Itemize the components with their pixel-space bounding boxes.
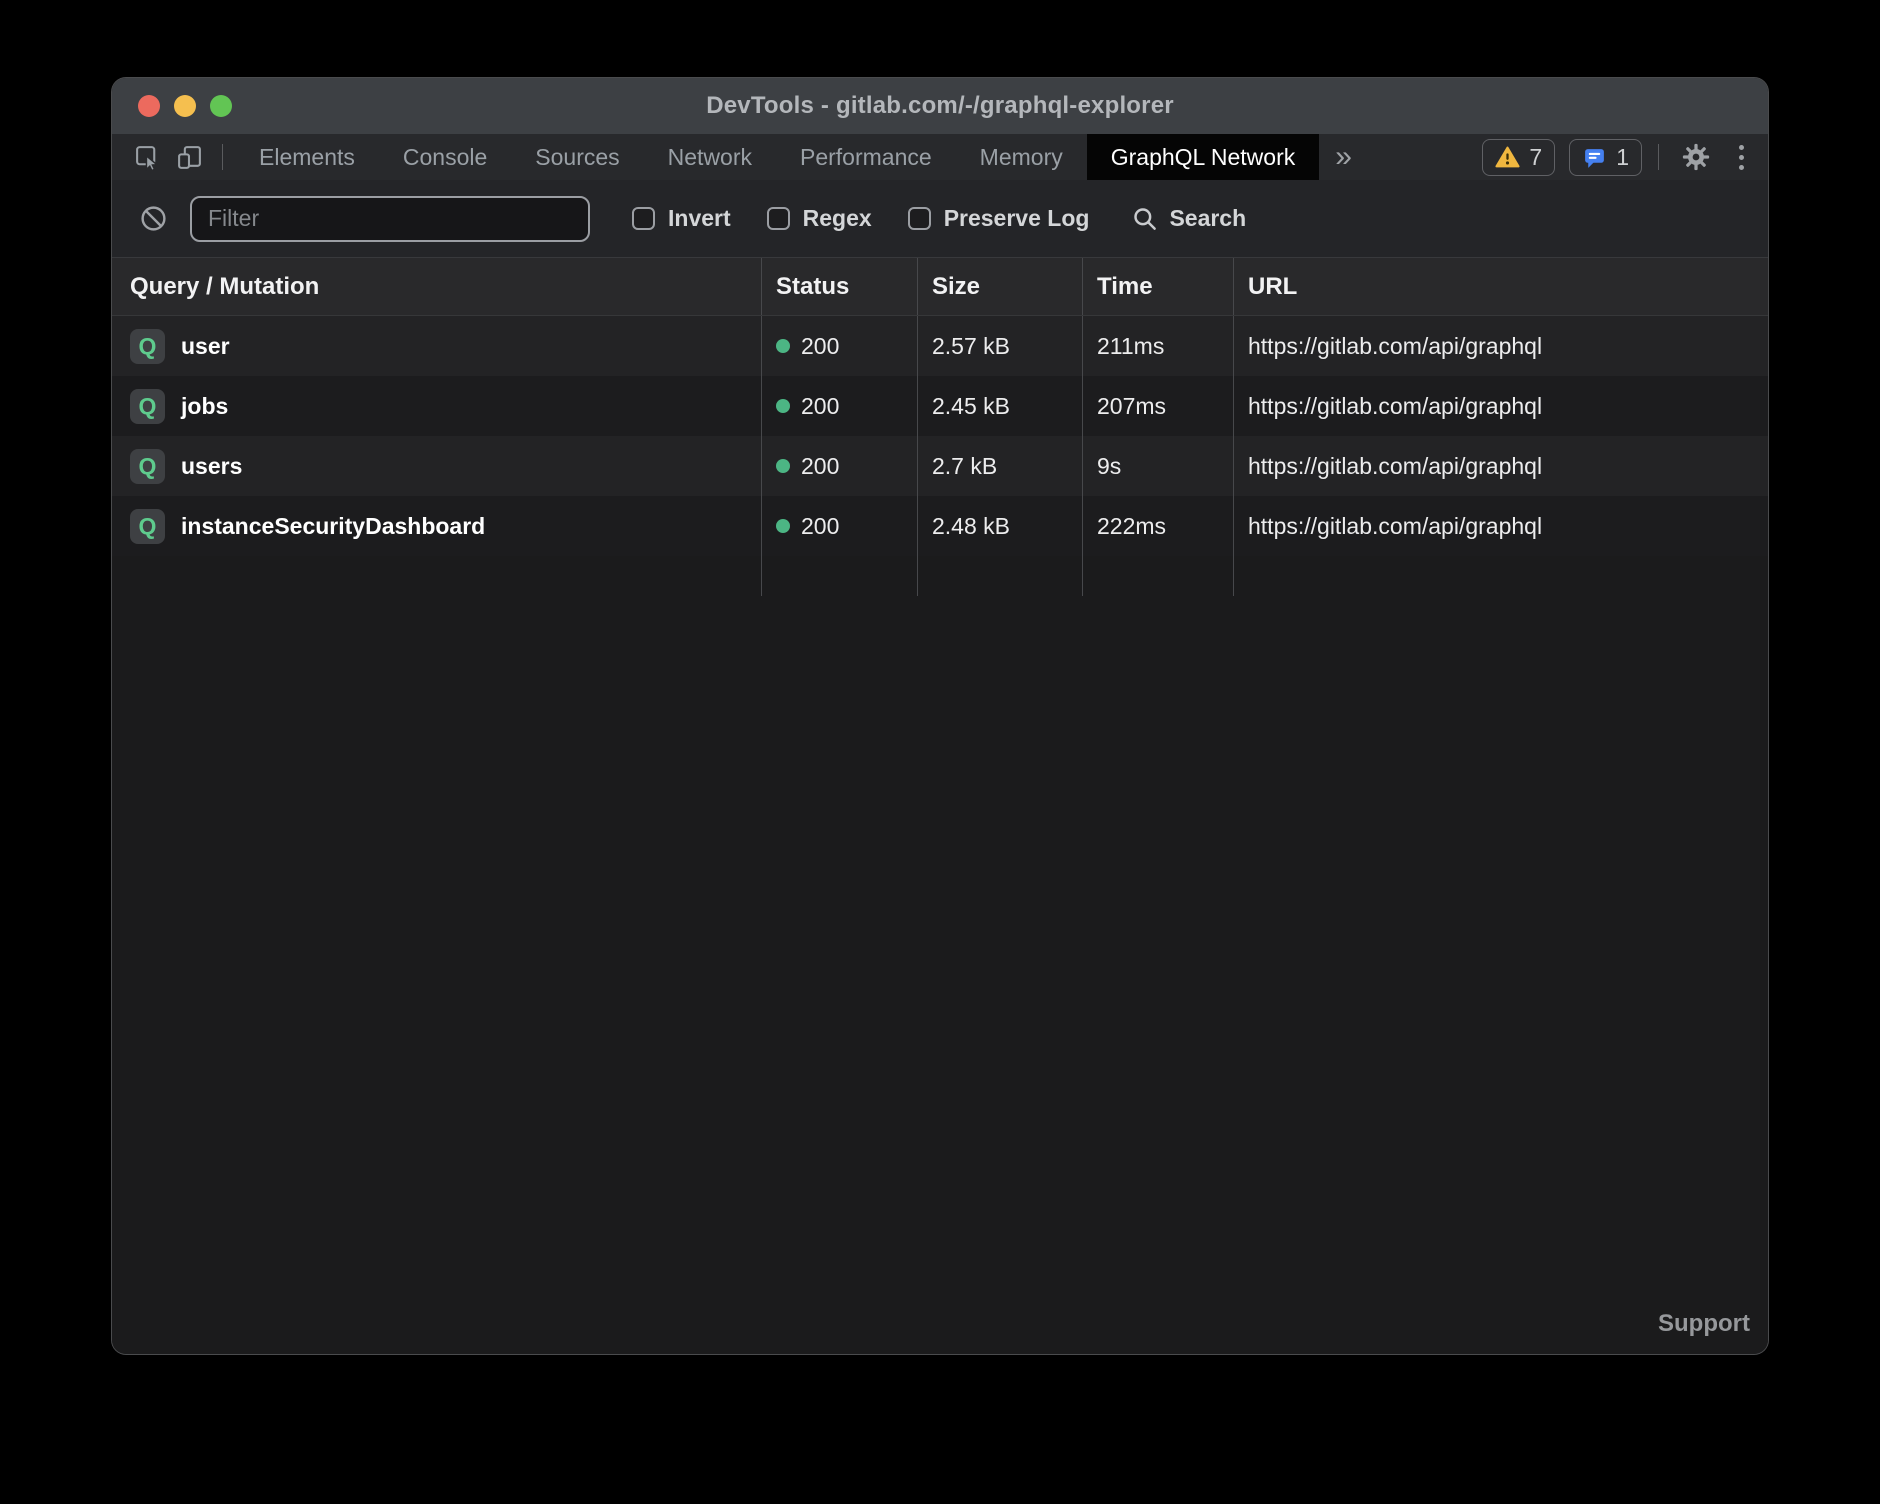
regex-checkbox-group[interactable]: Regex <box>767 205 872 232</box>
tab-performance[interactable]: Performance <box>776 134 956 180</box>
table-row[interactable]: Q user 200 2.57 kB 211ms https://gitlab.… <box>112 316 1768 376</box>
url-value: https://gitlab.com/api/graphql <box>1233 436 1768 496</box>
status-code: 200 <box>801 513 839 540</box>
status-code: 200 <box>801 393 839 420</box>
search-button[interactable]: Search <box>1131 205 1246 232</box>
time-value: 207ms <box>1082 376 1233 436</box>
time-value: 9s <box>1082 436 1233 496</box>
status-code: 200 <box>801 453 839 480</box>
regex-label: Regex <box>803 205 872 232</box>
url-value: https://gitlab.com/api/graphql <box>1233 376 1768 436</box>
time-value: 222ms <box>1082 496 1233 556</box>
column-header-url: URL <box>1233 258 1768 315</box>
table-row[interactable]: Q jobs 200 2.45 kB 207ms https://gitlab.… <box>112 376 1768 436</box>
warnings-badge[interactable]: 7 <box>1482 139 1555 176</box>
table-row[interactable]: Q users 200 2.7 kB 9s https://gitlab.com… <box>112 436 1768 496</box>
url-value: https://gitlab.com/api/graphql <box>1233 496 1768 556</box>
filter-bar: Invert Regex Preserve Log Search <box>112 180 1768 258</box>
time-value: 211ms <box>1082 316 1233 376</box>
column-header-time: Time <box>1082 258 1233 315</box>
column-header-query: Query / Mutation <box>112 258 761 315</box>
invert-checkbox-group[interactable]: Invert <box>632 205 731 232</box>
inspect-element-icon[interactable] <box>126 134 168 180</box>
search-label: Search <box>1169 205 1246 232</box>
devtools-toolbar: Elements Console Sources Network Perform… <box>112 134 1768 180</box>
query-name: instanceSecurityDashboard <box>181 513 485 540</box>
status-ok-dot <box>776 519 790 533</box>
query-name: user <box>181 333 230 360</box>
panel-body: Support <box>112 596 1768 1354</box>
tab-graphql-network[interactable]: GraphQL Network <box>1087 134 1320 180</box>
query-name: jobs <box>181 393 228 420</box>
size-value: 2.57 kB <box>917 316 1082 376</box>
toolbar-separator <box>222 144 223 170</box>
issues-badge[interactable]: 1 <box>1569 139 1642 176</box>
devtools-window: DevTools - gitlab.com/-/graphql-explorer… <box>112 78 1768 1354</box>
regex-checkbox[interactable] <box>767 207 790 230</box>
filter-input[interactable] <box>190 196 590 242</box>
settings-gear-icon[interactable] <box>1675 142 1717 172</box>
column-header-status: Status <box>761 258 917 315</box>
preserve-log-label: Preserve Log <box>944 205 1090 232</box>
url-value: https://gitlab.com/api/graphql <box>1233 316 1768 376</box>
preserve-log-checkbox-group[interactable]: Preserve Log <box>908 205 1090 232</box>
table-row[interactable]: Q instanceSecurityDashboard 200 2.48 kB … <box>112 496 1768 556</box>
query-type-icon: Q <box>130 449 165 484</box>
traffic-lights <box>138 78 232 134</box>
column-divider-extension <box>112 556 1768 596</box>
warnings-count: 7 <box>1529 144 1542 171</box>
clear-log-icon[interactable] <box>132 204 174 233</box>
table-header: Query / Mutation Status Size Time URL <box>112 258 1768 316</box>
size-value: 2.45 kB <box>917 376 1082 436</box>
tab-console[interactable]: Console <box>379 134 511 180</box>
zoom-button[interactable] <box>210 95 232 117</box>
kebab-menu-icon[interactable] <box>1731 145 1752 170</box>
warning-icon <box>1495 146 1520 168</box>
issues-count: 1 <box>1616 144 1629 171</box>
status-ok-dot <box>776 339 790 353</box>
status-ok-dot <box>776 459 790 473</box>
query-name: users <box>181 453 242 480</box>
invert-checkbox[interactable] <box>632 207 655 230</box>
size-value: 2.48 kB <box>917 496 1082 556</box>
invert-label: Invert <box>668 205 731 232</box>
tab-elements[interactable]: Elements <box>235 134 379 180</box>
search-icon <box>1131 205 1158 232</box>
close-button[interactable] <box>138 95 160 117</box>
titlebar: DevTools - gitlab.com/-/graphql-explorer <box>112 78 1768 134</box>
device-toolbar-icon[interactable] <box>168 134 210 180</box>
toolbar-right-group: 7 1 <box>1482 134 1768 180</box>
query-type-icon: Q <box>130 509 165 544</box>
size-value: 2.7 kB <box>917 436 1082 496</box>
tab-memory[interactable]: Memory <box>956 134 1087 180</box>
more-tabs-icon[interactable]: » <box>1319 134 1368 180</box>
status-code: 200 <box>801 333 839 360</box>
support-link[interactable]: Support <box>1658 1310 1750 1338</box>
window-title: DevTools - gitlab.com/-/graphql-explorer <box>706 92 1174 120</box>
query-type-icon: Q <box>130 389 165 424</box>
message-icon <box>1582 145 1607 170</box>
column-header-size: Size <box>917 258 1082 315</box>
query-type-icon: Q <box>130 329 165 364</box>
tab-sources[interactable]: Sources <box>511 134 643 180</box>
toolbar-separator <box>1658 144 1659 170</box>
preserve-log-checkbox[interactable] <box>908 207 931 230</box>
minimize-button[interactable] <box>174 95 196 117</box>
status-ok-dot <box>776 399 790 413</box>
tab-network[interactable]: Network <box>644 134 776 180</box>
